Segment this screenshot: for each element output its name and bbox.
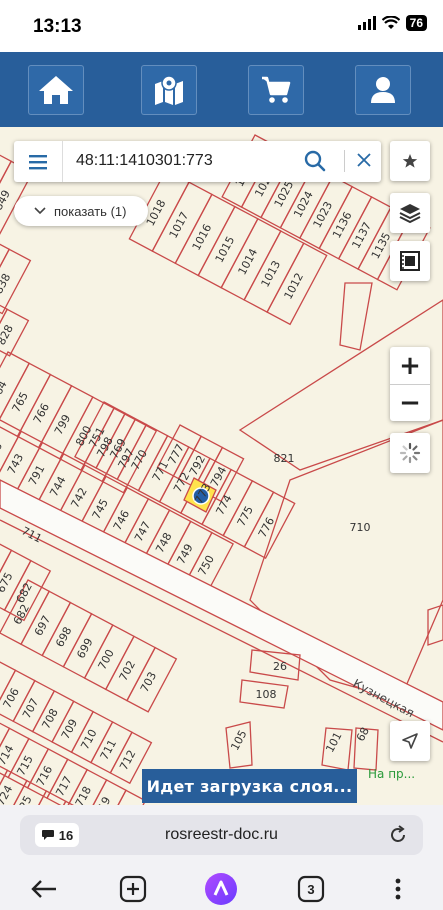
parcel-number-label: 828 [0, 323, 16, 348]
favorite-button[interactable] [390, 141, 430, 181]
more-menu-button[interactable] [388, 873, 408, 905]
layers-icon [399, 204, 421, 224]
parcel-number-label: 796 [0, 440, 5, 465]
reload-icon[interactable] [387, 824, 409, 846]
zoom-controls: + − [390, 347, 430, 421]
parcel-number-label: 101 [323, 730, 344, 755]
search-icon[interactable] [303, 149, 327, 173]
home-icon [39, 76, 73, 104]
cadastral-map[interactable]: 1018101710161015101410131012102710261025… [0, 127, 443, 805]
battery-indicator: 76 [405, 15, 427, 31]
status-bar: 13:13 76 [0, 0, 443, 52]
menu-button[interactable] [14, 141, 63, 182]
parcel-number-label: 724 [0, 783, 15, 805]
ruler-icon [400, 251, 420, 271]
close-icon [357, 153, 371, 167]
road-label: На пр... [368, 767, 416, 781]
parcel-number-label: 708 [39, 706, 60, 731]
layers-button[interactable] [390, 193, 430, 233]
location-loading-button[interactable] [390, 433, 430, 473]
parcel-number-label: 706 [1, 686, 22, 711]
star-icon [402, 154, 418, 168]
parcel-number-label: 821 [274, 452, 295, 465]
parcel-number-label: 1014 [236, 246, 261, 277]
url-text: rosreestr-doc.ru [165, 826, 278, 843]
cellular-signal-icon [357, 16, 376, 30]
parcel-number-label: 108 [256, 688, 277, 701]
plus-square-icon [119, 875, 147, 903]
parcel-number-label: 712 [117, 748, 138, 773]
parcel-number-label: 1015 [213, 234, 238, 265]
parcel-number-label: 710 [78, 727, 99, 752]
parcel-number-label: 1013 [259, 259, 284, 290]
nav-home-button[interactable] [28, 65, 84, 115]
browser-bar: 16 rosreestr-doc.ru 3 [0, 805, 443, 910]
parcel-number-label: 711 [98, 737, 119, 762]
zoom-out-button[interactable]: − [390, 384, 430, 421]
parcel-number-label: 1017 [167, 210, 192, 241]
hamburger-icon [29, 154, 47, 169]
more-vertical-icon [395, 878, 401, 900]
spinner-icon [399, 442, 421, 464]
address-bar[interactable]: 16 rosreestr-doc.ru [20, 815, 423, 855]
parcel-number-label: 838 [0, 271, 13, 296]
show-results-label: показать (1) [54, 203, 127, 219]
parcel-number-label: 675 [0, 570, 16, 595]
parcel-number-label: 682 [14, 581, 35, 606]
chevron-down-icon [34, 207, 46, 215]
wifi-icon [381, 16, 400, 29]
nav-map-button[interactable] [141, 65, 197, 115]
search-input[interactable]: 48:11:1410301:773 [76, 152, 213, 170]
parcel-number-label: 709 [59, 717, 80, 742]
parcel-number-label: 764 [0, 379, 10, 404]
zoom-in-button[interactable]: + [390, 347, 430, 384]
parcel-boundary[interactable] [339, 282, 373, 351]
assistant-icon [205, 873, 237, 905]
new-tab-button[interactable] [117, 873, 149, 905]
cart-icon [262, 76, 291, 103]
parcel-number-label: 714 [0, 743, 16, 768]
user-icon [371, 77, 395, 103]
navigation-arrow-icon [402, 733, 418, 749]
status-time: 13:13 [33, 16, 82, 37]
parcel-number-label: 715 [14, 753, 35, 778]
alice-assistant-button[interactable] [203, 873, 239, 905]
navigate-button[interactable] [390, 721, 430, 761]
show-results-button[interactable]: показать (1) [14, 196, 148, 226]
parcel-number-label: 849 [0, 188, 13, 213]
parcel-number-label: 718 [73, 784, 94, 805]
nav-profile-button[interactable] [355, 65, 411, 115]
cadastral-search-box: 48:11:1410301:773 [14, 141, 381, 182]
parcel-boundary[interactable] [427, 604, 443, 646]
parcel-number-label: 707 [20, 696, 41, 721]
search-divider [344, 150, 345, 172]
parcel-number-label: 710 [350, 521, 371, 534]
nav-cart-button[interactable] [248, 65, 304, 115]
top-navbar [0, 52, 443, 127]
measure-button[interactable] [390, 241, 430, 281]
parcel-number-label: 26 [273, 660, 287, 673]
parcel-number-label: 1016 [190, 222, 215, 253]
parcel-number-label: 717 [53, 774, 74, 799]
map-pin-icon [155, 75, 183, 105]
parcel-number-label: 1012 [282, 271, 307, 302]
back-arrow-icon [31, 880, 56, 898]
tabs-count: 3 [307, 881, 315, 897]
parcel-layer[interactable]: 1018101710161015101410131012102710261025… [0, 127, 443, 805]
layer-loading-toast: Идет загрузка слоя... [142, 769, 357, 803]
clear-search-button[interactable] [352, 148, 376, 174]
parcel-number-label: 105 [228, 728, 249, 753]
parcel-number-label: 716 [34, 764, 55, 789]
tabs-button[interactable]: 3 [295, 873, 327, 905]
back-button[interactable] [28, 873, 60, 905]
